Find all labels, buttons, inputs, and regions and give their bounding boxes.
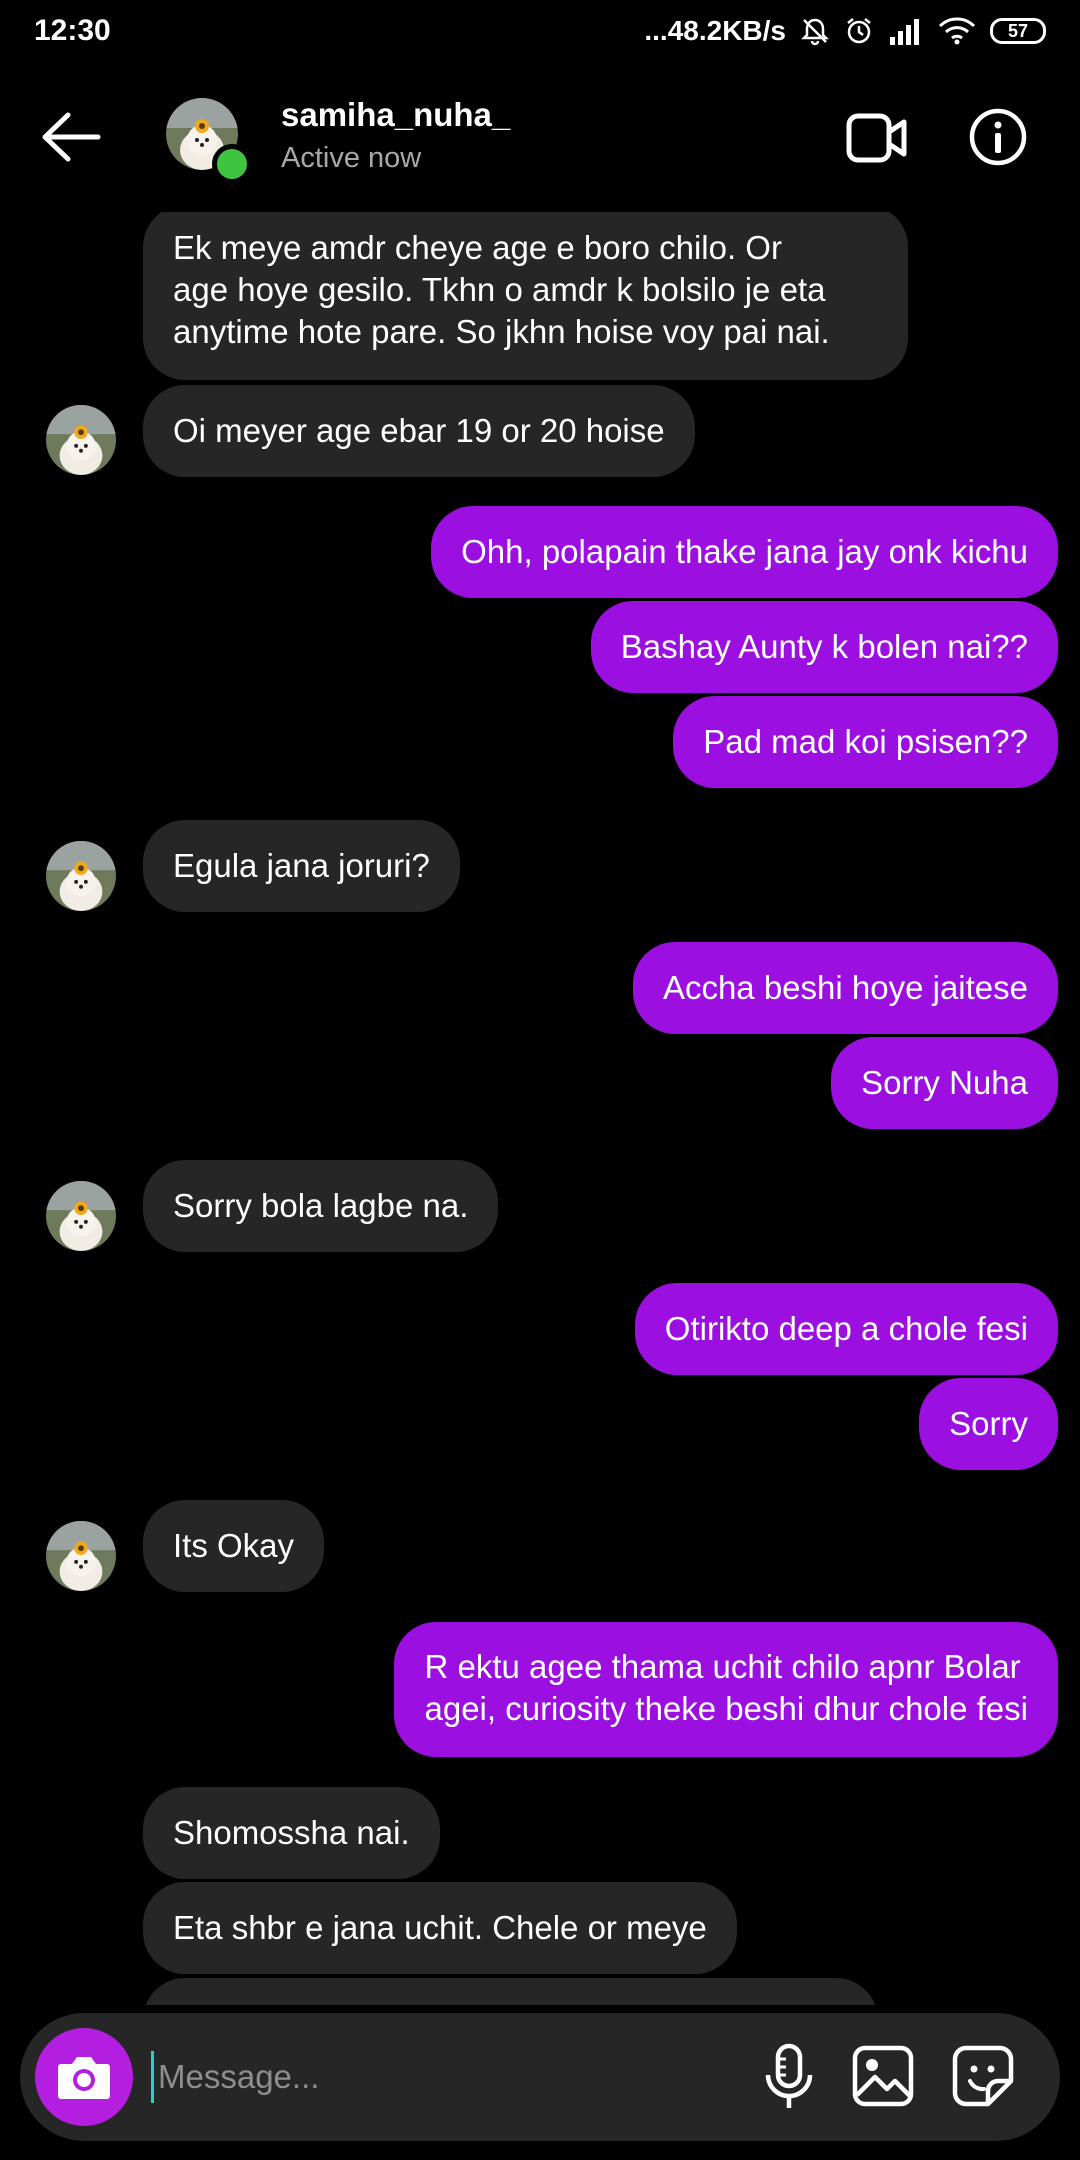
battery-icon: 57 xyxy=(990,18,1046,44)
message-text: agei, curiosity theke beshi dhur chole f… xyxy=(424,1690,1028,1727)
message-bubble-incoming[interactable]: Oi meyer age ebar 19 or 20 hoise xyxy=(143,385,695,477)
message-bubble-outgoing[interactable]: Pad mad koi psisen?? xyxy=(673,696,1058,788)
message-text: Sorry Nuha xyxy=(861,1064,1028,1101)
active-status: Active now xyxy=(281,142,422,174)
microphone-icon[interactable] xyxy=(758,2043,820,2111)
chat-username[interactable]: samiha_nuha_ xyxy=(281,96,510,134)
message-text: Eta shbr e jana uchit. Chele or meye xyxy=(173,1909,707,1946)
info-icon[interactable] xyxy=(968,107,1028,167)
message-bubble-incoming[interactable]: Egula jana joruri? xyxy=(143,820,460,912)
message-text: Its Okay xyxy=(173,1527,295,1564)
message-bubble-outgoing[interactable]: Bashay Aunty k bolen nai?? xyxy=(590,601,1058,693)
online-indicator xyxy=(212,144,252,184)
avatar[interactable] xyxy=(46,1181,116,1251)
chat-header: samiha_nuha_ Active now xyxy=(0,62,1080,212)
message-composer xyxy=(20,2013,1060,2141)
message-text: Sorry bola lagbe na. xyxy=(173,1187,469,1224)
message-text: Egula jana joruri? xyxy=(173,847,430,884)
back-arrow-icon[interactable] xyxy=(40,112,102,162)
alarm-icon xyxy=(847,18,871,44)
message-bubble-outgoing[interactable]: Sorry xyxy=(919,1378,1058,1470)
gallery-icon[interactable] xyxy=(852,2045,914,2107)
sticker-icon[interactable] xyxy=(952,2045,1014,2107)
message-bubble-outgoing[interactable]: R ektu agee thama uchit chilo apnr Bolar… xyxy=(394,1622,1058,1757)
video-call-icon[interactable] xyxy=(846,112,908,164)
message-text: Bashay Aunty k bolen nai?? xyxy=(620,628,1028,665)
network-speed: ...48.2KB/s xyxy=(644,15,786,46)
wifi-icon xyxy=(938,17,976,45)
status-bar: 12:30 ...48.2KB/s 57 xyxy=(0,0,1080,62)
camera-icon xyxy=(58,2057,110,2099)
message-text: Otirikto deep a chole fesi xyxy=(664,1310,1028,1347)
message-text: Ohh, polapain thake jana jay onk kichu xyxy=(461,533,1028,570)
battery-level: 57 xyxy=(1007,20,1029,41)
dog-avatar-icon xyxy=(46,1181,116,1251)
message-text: anytime hote pare. So jkhn hoise voy pai… xyxy=(173,313,830,350)
message-bubble-outgoing[interactable]: Accha beshi hoye jaitese xyxy=(632,942,1058,1034)
avatar[interactable] xyxy=(46,841,116,911)
message-bubble-incoming[interactable]: Eta shbr e jana uchit. Chele or meye xyxy=(143,1882,737,1974)
message-bubble-outgoing[interactable]: Ohh, polapain thake jana jay onk kichu xyxy=(431,506,1058,598)
dog-avatar-icon xyxy=(46,841,116,911)
message-text: Oi meyer age ebar 19 or 20 hoise xyxy=(173,412,665,449)
message-text: age hoye gesilo. Tkhn o amdr k bolsilo j… xyxy=(173,271,826,308)
signal-icon xyxy=(890,19,919,45)
message-text: Pad mad koi psisen?? xyxy=(703,723,1028,760)
message-text: Shomossha nai. xyxy=(173,1814,410,1851)
message-text: Ek meye amdr cheye age e boro chilo. Or xyxy=(173,229,782,266)
message-bubble-incoming[interactable]: Its Okay xyxy=(143,1500,325,1592)
message-bubble-outgoing[interactable]: Sorry Nuha xyxy=(831,1037,1058,1129)
message-input[interactable] xyxy=(152,2047,718,2107)
status-icons: ...48.2KB/s 57 xyxy=(644,15,1046,47)
message-bubble-incoming[interactable]: Sorry bola lagbe na. xyxy=(143,1160,499,1252)
message-bubble-incoming[interactable] xyxy=(143,1978,878,2005)
mute-bell-icon xyxy=(800,18,830,46)
dog-avatar-icon xyxy=(46,405,116,475)
avatar[interactable] xyxy=(46,1521,116,1591)
message-text: R ektu agee thama uchit chilo apnr Bolar xyxy=(424,1648,1021,1685)
message-bubble-incoming[interactable]: Shomossha nai. xyxy=(143,1787,440,1879)
camera-button[interactable] xyxy=(35,2028,133,2126)
dog-avatar-icon xyxy=(46,1521,116,1591)
status-time: 12:30 xyxy=(34,14,111,47)
message-text: Sorry xyxy=(949,1405,1028,1442)
avatar[interactable] xyxy=(46,405,116,475)
message-list[interactable]: Ek meye amdr cheye age e boro chilo. Or … xyxy=(0,205,1080,2005)
message-text: Accha beshi hoye jaitese xyxy=(662,969,1028,1006)
message-bubble-incoming[interactable]: Ek meye amdr cheye age e boro chilo. Or … xyxy=(143,205,908,380)
message-bubble-outgoing[interactable]: Otirikto deep a chole fesi xyxy=(634,1283,1058,1375)
